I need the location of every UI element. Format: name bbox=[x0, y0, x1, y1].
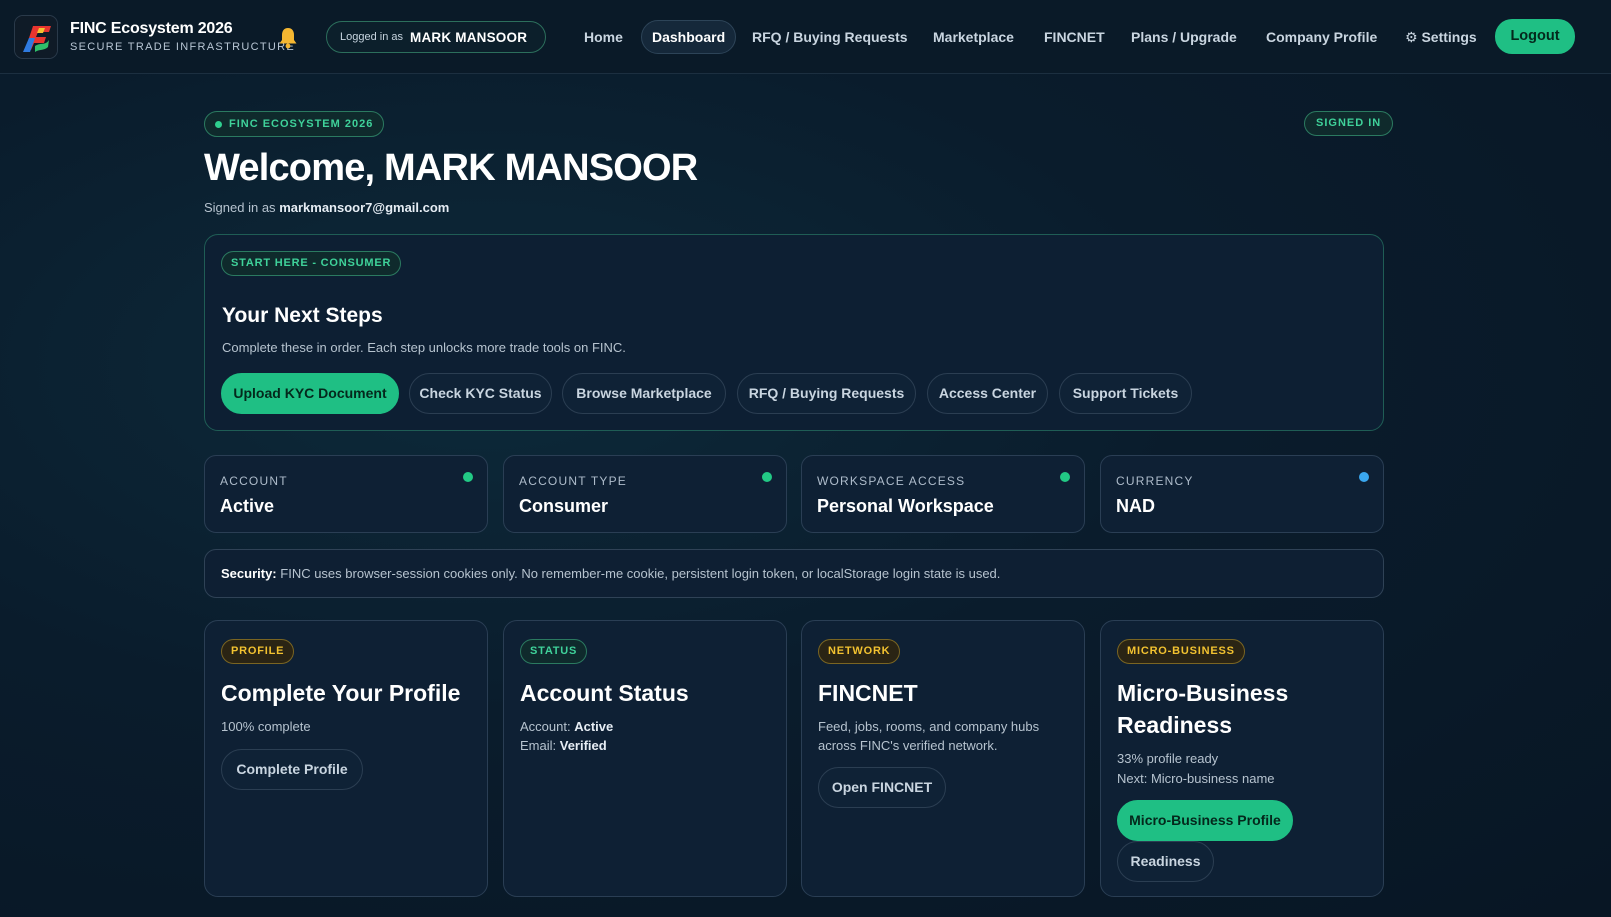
account-status-title: Account Status bbox=[520, 680, 689, 706]
stat-card-account: ACCOUNT Active bbox=[204, 455, 488, 533]
signed-in-badge: SIGNED IN bbox=[1304, 111, 1394, 136]
check-kyc-status-button[interactable]: Check KYC Status bbox=[409, 373, 552, 414]
nav-marketplace[interactable]: Marketplace bbox=[933, 20, 1014, 54]
profile-card-title: Complete Your Profile bbox=[221, 680, 461, 706]
complete-profile-button[interactable]: Complete Profile bbox=[221, 749, 363, 790]
nav-plans-upgrade[interactable]: Plans / Upgrade bbox=[1131, 20, 1237, 54]
email-status-line: Email: Verified bbox=[520, 736, 770, 755]
account-status-label: Account: bbox=[520, 719, 571, 734]
open-fincnet-button[interactable]: Open FINCNET bbox=[818, 767, 946, 808]
micro-business-progress-text: 33% profile ready bbox=[1117, 751, 1219, 766]
logout-button[interactable]: Logout bbox=[1495, 19, 1575, 54]
stat-value: Personal Workspace bbox=[817, 496, 994, 516]
account-status-card: STATUS Account Status Account: Active Em… bbox=[503, 620, 787, 897]
fincnet-card: NETWORK FINCNET Feed, jobs, rooms, and c… bbox=[801, 620, 1085, 897]
eyebrow-label: FINC ECOSYSTEM 2026 bbox=[229, 118, 374, 130]
stat-label: ACCOUNT TYPE bbox=[519, 474, 627, 488]
browse-marketplace-button[interactable]: Browse Marketplace bbox=[562, 373, 726, 414]
micro-business-card: MICRO-BUSINESS Micro-Business Readiness … bbox=[1100, 620, 1384, 897]
nav-settings[interactable]: ⚙ Settings bbox=[1405, 20, 1477, 54]
stat-value: Active bbox=[220, 496, 275, 516]
status-dot-icon bbox=[1359, 472, 1369, 482]
nav-dashboard[interactable]: Dashboard bbox=[641, 20, 737, 54]
rfq-buying-requests-button[interactable]: RFQ / Buying Requests bbox=[737, 373, 916, 414]
fincnet-card-title: FINCNET bbox=[818, 680, 918, 706]
logged-in-pill: Logged in as MARK MANSOOR bbox=[326, 21, 546, 53]
account-status-value: Active bbox=[574, 719, 614, 734]
upload-kyc-button[interactable]: Upload KYC Document bbox=[221, 373, 399, 414]
start-here-chip: START HERE - CONSUMER bbox=[221, 251, 402, 276]
stat-label: ACCOUNT bbox=[220, 474, 288, 488]
finc-logo-icon[interactable] bbox=[14, 15, 58, 59]
account-status-line: Account: Active bbox=[520, 717, 770, 736]
status-chip: STATUS bbox=[520, 639, 588, 664]
support-tickets-button[interactable]: Support Tickets bbox=[1059, 373, 1192, 414]
next-steps-description: Complete these in order. Each step unloc… bbox=[222, 340, 626, 355]
security-notice: Security: FINC uses browser-session cook… bbox=[204, 549, 1384, 598]
stat-card-currency: CURRENCY NAD bbox=[1100, 455, 1384, 533]
logged-in-user-name: MARK MANSOOR bbox=[410, 29, 528, 45]
profile-card: PROFILE Complete Your Profile 100% compl… bbox=[204, 620, 488, 897]
signed-in-as-label: Signed in as bbox=[204, 200, 276, 215]
status-dot-icon bbox=[1060, 472, 1070, 482]
email-status-label: Email: bbox=[520, 738, 557, 753]
brand: FINC Ecosystem 2026 SECURE TRADE INFRAST… bbox=[70, 20, 295, 53]
profile-chip: PROFILE bbox=[221, 639, 295, 664]
stat-value: Consumer bbox=[519, 496, 609, 516]
welcome-heading: Welcome, MARK MANSOOR bbox=[204, 147, 698, 189]
micro-business-chip: MICRO-BUSINESS bbox=[1117, 639, 1245, 664]
network-chip: NETWORK bbox=[818, 639, 901, 664]
next-steps-title: Your Next Steps bbox=[222, 304, 383, 327]
access-center-button[interactable]: Access Center bbox=[927, 373, 1048, 414]
next-steps-card: START HERE - CONSUMER Your Next Steps Co… bbox=[204, 234, 1384, 431]
email-status-value: Verified bbox=[559, 738, 607, 753]
status-dot-icon bbox=[215, 120, 222, 128]
stat-label: WORKSPACE ACCESS bbox=[817, 474, 966, 488]
fincnet-description: Feed, jobs, rooms, and company hubs acro… bbox=[818, 719, 1040, 753]
bell-icon[interactable] bbox=[278, 27, 298, 49]
brand-title: FINC Ecosystem 2026 bbox=[70, 20, 233, 37]
brand-subtitle: SECURE TRADE INFRASTRUCTURE bbox=[70, 41, 295, 53]
security-text: FINC uses browser-session cookies only. … bbox=[280, 566, 1001, 581]
micro-business-next-text: Next: Micro-business name bbox=[1117, 771, 1275, 786]
logged-in-label: Logged in as bbox=[340, 31, 403, 43]
status-dot-icon bbox=[762, 472, 772, 482]
readiness-button[interactable]: Readiness bbox=[1117, 841, 1214, 882]
security-label: Security: bbox=[221, 566, 277, 581]
nav-rfq[interactable]: RFQ / Buying Requests bbox=[752, 20, 908, 54]
ecosystem-eyebrow-badge: FINC ECOSYSTEM 2026 bbox=[204, 111, 385, 137]
micro-business-title: Micro-Business Readiness bbox=[1117, 680, 1289, 738]
stat-card-account-type: ACCOUNT TYPE Consumer bbox=[503, 455, 787, 533]
signed-in-as-line: Signed in as markmansoor7@gmail.com bbox=[204, 200, 449, 215]
stat-card-workspace-access: WORKSPACE ACCESS Personal Workspace bbox=[801, 455, 1085, 533]
stat-value: NAD bbox=[1116, 496, 1155, 516]
top-navigation-bar: FINC Ecosystem 2026 SECURE TRADE INFRAST… bbox=[0, 0, 1611, 74]
profile-progress-text: 100% complete bbox=[221, 719, 311, 734]
nav-fincnet[interactable]: FINCNET bbox=[1044, 20, 1105, 54]
nav-company-profile[interactable]: Company Profile bbox=[1266, 20, 1377, 54]
stat-label: CURRENCY bbox=[1116, 474, 1194, 488]
micro-business-profile-button[interactable]: Micro-Business Profile bbox=[1117, 800, 1293, 841]
status-dot-icon bbox=[463, 472, 473, 482]
user-email: markmansoor7@gmail.com bbox=[279, 200, 450, 215]
nav-home[interactable]: Home bbox=[584, 20, 623, 54]
